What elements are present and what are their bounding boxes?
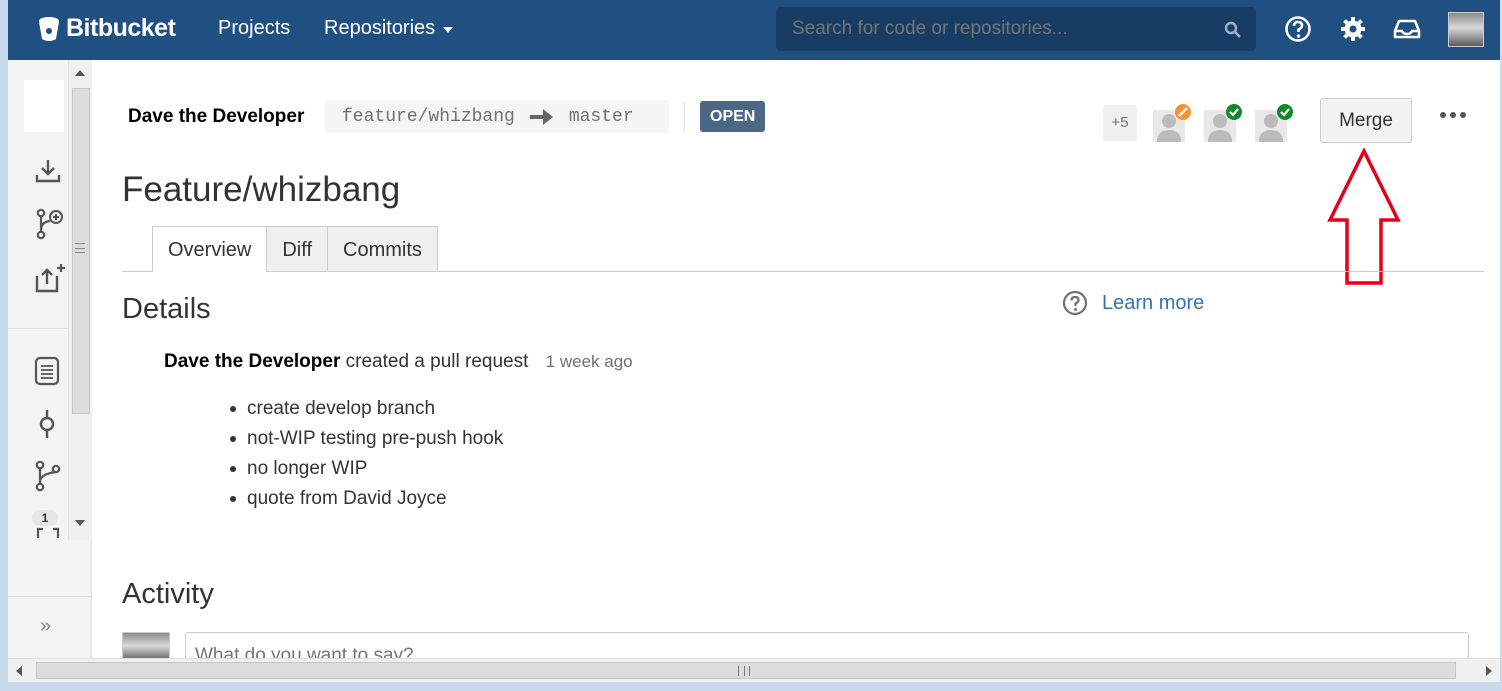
- list-item: quote from David Joyce: [230, 484, 503, 514]
- source-branch[interactable]: feature/whizbang: [342, 107, 515, 127]
- pull-request-page: Dave the Developer feature/whizbang mast…: [122, 60, 1492, 658]
- pull-requests-count-badge: 1: [32, 510, 58, 526]
- sidebar-divider: [8, 328, 68, 329]
- create-pull-request-icon[interactable]: [34, 262, 66, 294]
- status-badge: OPEN: [700, 101, 766, 132]
- learn-more-link[interactable]: Learn more: [1062, 290, 1204, 316]
- bucket-icon: [39, 16, 59, 41]
- repository-avatar[interactable]: [24, 80, 64, 132]
- expand-sidebar-icon[interactable]: »: [40, 615, 51, 638]
- search-input[interactable]: [792, 18, 1192, 40]
- more-actions-icon[interactable]: [1440, 112, 1466, 118]
- nav-projects[interactable]: Projects: [218, 17, 290, 40]
- list-item: create develop branch: [230, 394, 503, 424]
- commenter-avatar: [122, 632, 170, 658]
- dot: [1440, 112, 1446, 118]
- comment-box[interactable]: [185, 632, 1469, 658]
- pull-requests-icon[interactable]: [34, 526, 62, 538]
- target-branch[interactable]: master: [569, 107, 634, 127]
- details-heading: Details: [122, 293, 211, 325]
- nav-repositories[interactable]: Repositories: [324, 17, 454, 40]
- learn-more-label: Learn more: [1102, 291, 1205, 314]
- reviewer-avatar[interactable]: [1204, 104, 1242, 142]
- dot: [1460, 112, 1466, 118]
- scroll-up-arrow[interactable]: [75, 70, 85, 76]
- page-title: Feature/whizbang: [122, 170, 401, 209]
- list-item: not-WIP testing pre-push hook: [230, 424, 503, 454]
- created-action: created a pull request: [345, 351, 529, 372]
- scrollbar-grip: [738, 666, 750, 676]
- commit-message-list: create develop branch not-WIP testing pr…: [230, 394, 503, 514]
- reviewer-avatar[interactable]: [1255, 104, 1293, 142]
- approved-icon: [1226, 104, 1242, 120]
- browser-viewport: Bitbucket Projects Repositories Search f…: [8, 0, 1500, 658]
- merge-button[interactable]: Merge: [1320, 98, 1412, 143]
- commits-icon[interactable]: [34, 408, 60, 440]
- inbox-icon[interactable]: [1393, 15, 1421, 43]
- header-divider: [684, 102, 685, 132]
- help-icon[interactable]: [1284, 15, 1312, 43]
- brand-name: Bitbucket: [66, 14, 176, 42]
- source-icon[interactable]: [34, 356, 60, 386]
- reviewer-avatar[interactable]: [1153, 104, 1191, 142]
- arrow-right-icon: [529, 108, 553, 125]
- pr-tabs: Overview Diff Commits: [152, 226, 438, 272]
- activity-heading: Activity: [122, 578, 214, 610]
- create-branch-icon[interactable]: [34, 208, 64, 240]
- download-icon[interactable]: [34, 158, 62, 184]
- scroll-down-arrow[interactable]: [75, 520, 85, 526]
- tab-commits[interactable]: Commits: [327, 226, 438, 272]
- tab-overview[interactable]: Overview: [152, 226, 268, 272]
- created-author[interactable]: Dave the Developer: [164, 351, 340, 372]
- search-icon[interactable]: [1224, 21, 1242, 39]
- user-avatar[interactable]: [1448, 12, 1484, 47]
- approved-icon: [1277, 104, 1293, 120]
- tab-diff[interactable]: Diff: [266, 226, 328, 272]
- dot: [1450, 112, 1456, 118]
- scroll-right-arrow[interactable]: [1486, 666, 1492, 676]
- created-time[interactable]: 1 week ago: [546, 352, 633, 371]
- scrollbar-grip: [75, 243, 85, 253]
- vertical-scrollbar[interactable]: [68, 60, 92, 540]
- branch-summary: feature/whizbang master: [325, 100, 669, 133]
- branches-icon[interactable]: [34, 460, 62, 492]
- pr-created-activity: Dave the Developer created a pull reques…: [164, 351, 633, 373]
- top-navigation-bar: Bitbucket Projects Repositories: [8, 0, 1500, 60]
- annotation-up-arrow: [1327, 148, 1401, 285]
- nav-repositories-label: Repositories: [324, 17, 436, 39]
- window-frame: Bitbucket Projects Repositories Search f…: [0, 0, 1502, 691]
- help-circle-icon: [1062, 290, 1088, 316]
- search-box[interactable]: [776, 7, 1256, 51]
- more-reviewers-count[interactable]: +5: [1103, 105, 1137, 141]
- pr-author-name[interactable]: Dave the Developer: [128, 106, 304, 128]
- list-item: no longer WIP: [230, 454, 503, 484]
- scroll-left-arrow[interactable]: [16, 666, 22, 676]
- chevron-down-icon: [443, 26, 454, 33]
- gear-icon[interactable]: [1339, 15, 1367, 43]
- bitbucket-logo[interactable]: Bitbucket: [38, 14, 176, 43]
- comment-input[interactable]: [195, 645, 795, 658]
- horizontal-scrollbar[interactable]: [8, 658, 1500, 682]
- sidebar-divider: [8, 596, 92, 597]
